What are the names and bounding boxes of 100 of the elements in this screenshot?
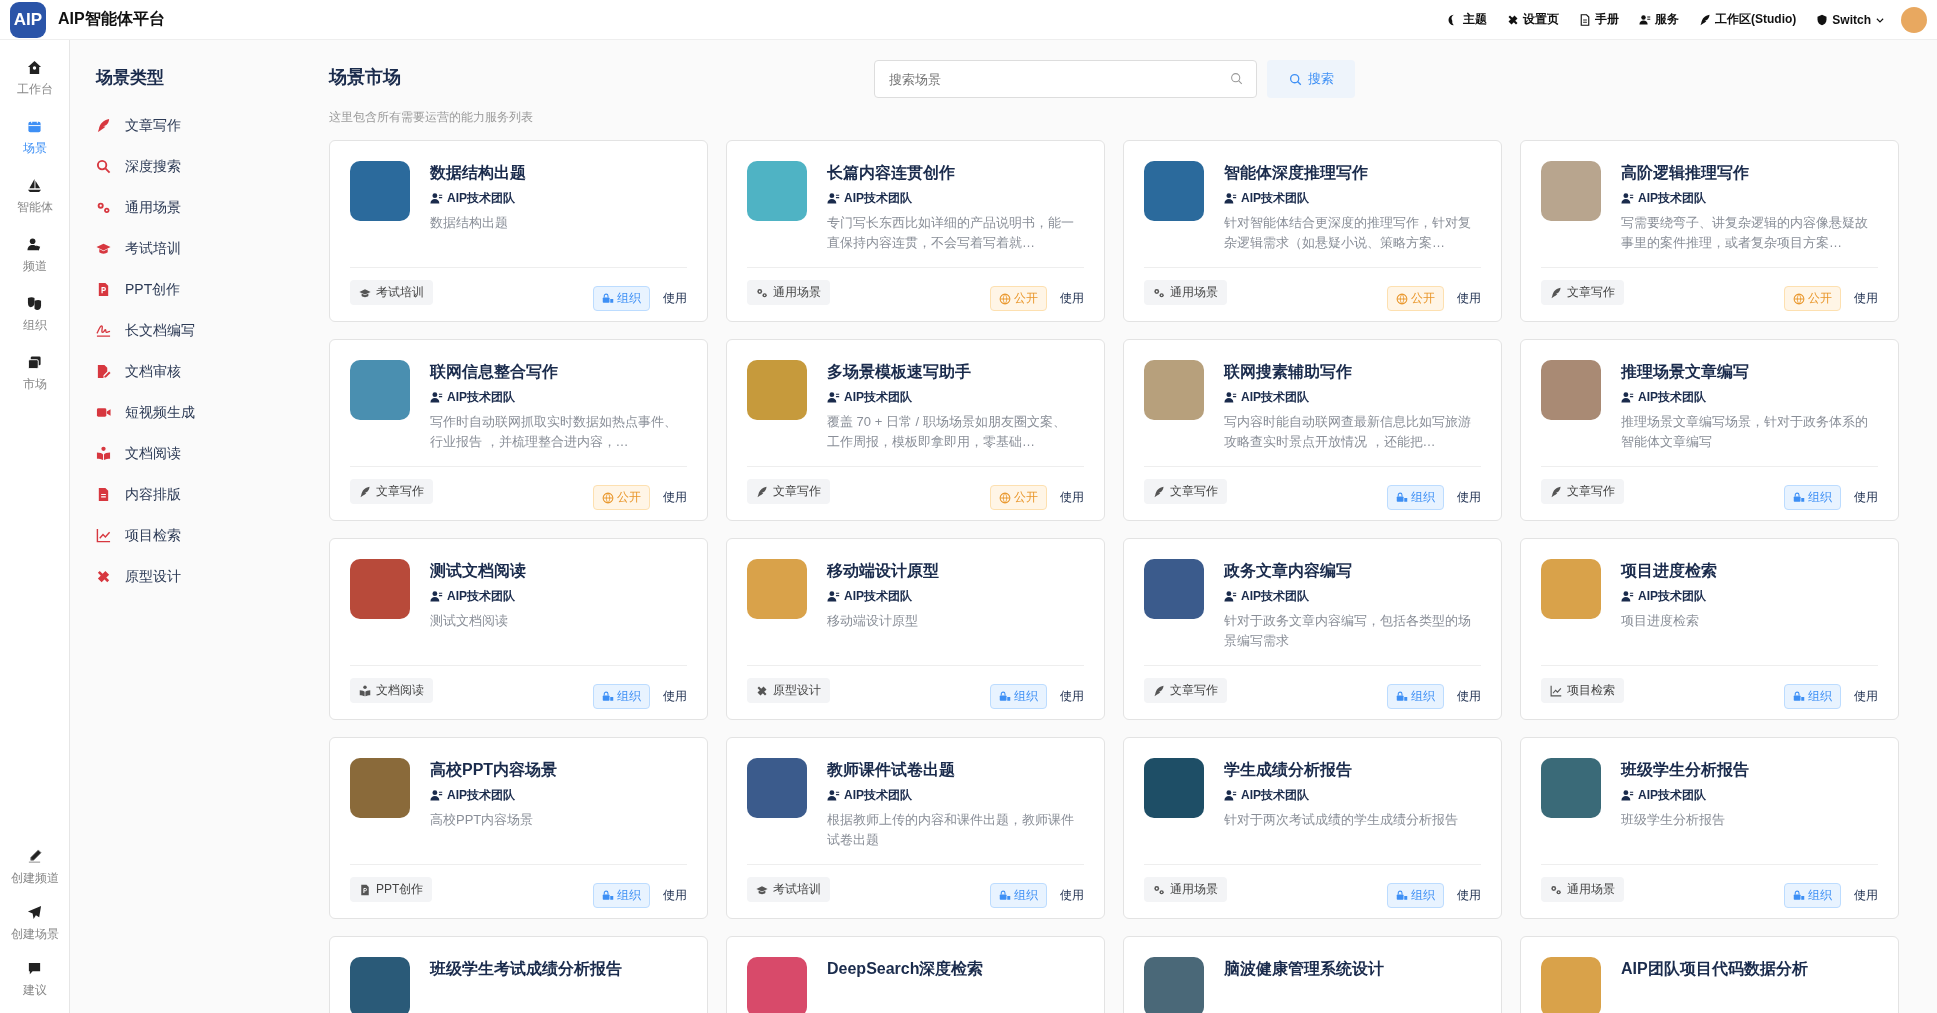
nav-link[interactable]: 手册 (1579, 11, 1619, 28)
nav-link[interactable]: 设置页 (1507, 11, 1559, 28)
scenario-card[interactable]: 数据结构出题 AIP技术团队 数据结构出题 考试培训 组织 使用 (329, 140, 708, 322)
use-link[interactable]: 使用 (1457, 290, 1481, 307)
use-link[interactable]: 使用 (1457, 688, 1481, 705)
scenario-card[interactable]: 移动端设计原型 AIP技术团队 移动端设计原型 原型设计 组织 使用 (726, 538, 1105, 720)
card-title: 班级学生分析报告 (1621, 760, 1750, 780)
visibility-badge: 公开 (1784, 286, 1841, 311)
card-title: 脑波健康管理系统设计 (1224, 959, 1384, 979)
use-link[interactable]: 使用 (1854, 290, 1878, 307)
scenario-card[interactable]: DeepSearch深度检索 (726, 936, 1105, 1013)
nav-item[interactable]: 组织 (22, 296, 47, 334)
card-description: 移动端设计原型 (827, 612, 919, 630)
category-item[interactable]: 项目检索 (96, 515, 310, 556)
lock-icon (1396, 889, 1408, 902)
use-link[interactable]: 使用 (663, 290, 687, 307)
photo-placeholder (747, 360, 807, 420)
team-name: AIP技术团队 (1241, 190, 1309, 207)
nav-link[interactable]: Switch (1816, 12, 1885, 27)
photo-placeholder (1144, 758, 1204, 818)
nav-link[interactable]: 工作区(Studio) (1699, 11, 1797, 28)
nav-item[interactable]: 工作台 (16, 60, 53, 98)
scenario-card[interactable]: 长篇内容连贯创作 AIP技术团队 专门写长东西比如详细的产品说明书，能一直保持内容连贯，不会写着写着就… 通用场景 公开 使用 (726, 140, 1105, 322)
scenario-card[interactable]: 班级学生分析报告 AIP技术团队 班级学生分析报告 通用场景 组织 使用 (1520, 737, 1899, 919)
category-tag: 文章写作 (1541, 280, 1624, 305)
nav-item[interactable]: 创建频道 (10, 849, 59, 887)
category-item[interactable]: 考试培训 (96, 228, 310, 269)
use-link[interactable]: 使用 (663, 688, 687, 705)
scenario-card[interactable]: 智能体深度推理写作 AIP技术团队 针对智能体结合更深度的推理写作，针对复杂逻辑需求（如悬疑小说、策略方案… 通用场景 公开 使用 (1123, 140, 1502, 322)
pen-icon (27, 849, 42, 864)
category-item[interactable]: 文档阅读 (96, 433, 310, 474)
scenario-card[interactable]: 联网搜素辅助写作 AIP技术团队 写内容时能自动联网查最新信息比如写旅游攻略查实时景点开放情况 ，还能把… 文章写作 组织 使用 (1123, 339, 1502, 521)
category-item[interactable]: 原型设计 (96, 556, 310, 597)
category-tag: 通用场景 (747, 280, 830, 305)
scenario-card[interactable]: 联网信息整合写作 AIP技术团队 写作时自动联网抓取实时数据如热点事件、行业报告 ，并梳理整合进内容，… 文章写作 公开 使用 (329, 339, 708, 521)
use-link[interactable]: 使用 (1060, 290, 1084, 307)
document-icon (1579, 13, 1591, 26)
card-title: 移动端设计原型 (827, 561, 940, 581)
category-item[interactable]: 通用场景 (96, 187, 310, 228)
scenario-card[interactable]: 高校PPT内容场景 AIP技术团队 高校PPT内容场景 PPT创作 组织 使用 (329, 737, 708, 919)
use-link[interactable]: 使用 (1854, 887, 1878, 904)
nav-item[interactable]: 创建场景 (10, 905, 59, 943)
scenario-card[interactable]: 推理场景文章编写 AIP技术团队 推理场景文章编写场景，针对于政务体系的智能体文章编写 文章写作 组织 使用 (1520, 339, 1899, 521)
lock-icon (1793, 491, 1805, 504)
lock-icon (602, 690, 614, 703)
team-name: AIP技术团队 (447, 190, 515, 207)
category-item[interactable]: 文章写作 (96, 105, 310, 146)
scenario-card[interactable]: 脑波健康管理系统设计 (1123, 936, 1502, 1013)
app-title: AIP智能体平台 (58, 9, 165, 29)
nav-item[interactable]: 频道 (22, 237, 47, 275)
category-item[interactable]: 短视频生成 (96, 392, 310, 433)
category-item[interactable]: PPT创作 (96, 269, 310, 310)
scenario-card[interactable]: AIP团队项目代码数据分析 (1520, 936, 1899, 1013)
use-link[interactable]: 使用 (1060, 688, 1084, 705)
category-tag: 文章写作 (1144, 678, 1227, 703)
card-title: 联网信息整合写作 (430, 362, 559, 382)
use-link[interactable]: 使用 (663, 887, 687, 904)
photo-placeholder (1541, 161, 1601, 221)
feather-icon (1699, 13, 1711, 26)
photo-placeholder (350, 559, 410, 619)
use-link[interactable]: 使用 (1854, 489, 1878, 506)
video-camera-icon (96, 405, 111, 420)
use-link[interactable]: 使用 (1060, 489, 1084, 506)
nav-item[interactable]: 建议 (22, 961, 47, 999)
scenario-card[interactable]: 班级学生考试成绩分析报告 (329, 936, 708, 1013)
book-reader-icon (359, 684, 371, 697)
user-icon (827, 192, 840, 205)
use-link[interactable]: 使用 (1457, 489, 1481, 506)
nav-item[interactable]: 智能体 (16, 178, 53, 216)
logo-badge: AIP (10, 1, 46, 38)
nav-link[interactable]: 主题 (1447, 11, 1487, 28)
lock-icon (1793, 889, 1805, 902)
category-tag: 通用场景 (1144, 280, 1227, 305)
scenario-card[interactable]: 政务文章内容编写 AIP技术团队 针对于政务文章内容编写，包括各类型的场景编写需求 文章写作 组织 使用 (1123, 538, 1502, 720)
search-field[interactable]: 搜索场景 (874, 60, 1257, 98)
category-item[interactable]: 内容排版 (96, 474, 310, 515)
use-link[interactable]: 使用 (1457, 887, 1481, 904)
team-name: AIP技术团队 (1638, 588, 1706, 605)
user-icon (1224, 192, 1237, 205)
photo-placeholder (1541, 360, 1601, 420)
category-item[interactable]: 长文档编写 (96, 310, 310, 351)
scenario-card[interactable]: 学生成绩分析报告 AIP技术团队 针对于两次考试成绩的学生成绩分析报告 通用场景 组织 使用 (1123, 737, 1502, 919)
photo-placeholder (1144, 559, 1204, 619)
card-description: 写作时自动联网抓取实时数据如热点事件、行业报告 ，并梳理整合进内容，… (430, 413, 678, 451)
scenario-card[interactable]: 项目进度检索 AIP技术团队 项目进度检索 项目检索 组织 使用 (1520, 538, 1899, 720)
user-icon (1621, 391, 1634, 404)
team-name: AIP技术团队 (1241, 389, 1309, 406)
avatar[interactable] (1901, 6, 1927, 33)
use-link[interactable]: 使用 (663, 489, 687, 506)
use-link[interactable]: 使用 (1854, 688, 1878, 705)
category-item[interactable]: 深度搜索 (96, 146, 310, 187)
nav-item[interactable]: 市场 (22, 355, 47, 393)
use-link[interactable]: 使用 (1060, 887, 1084, 904)
scenario-card[interactable]: 测试文档阅读 AIP技术团队 测试文档阅读 文档阅读 组织 使用 (329, 538, 708, 720)
nav-link[interactable]: 服务 (1639, 11, 1679, 28)
scenario-card[interactable]: 教师课件试卷出题 AIP技术团队 根据教师上传的内容和课件出题，教师课件试卷出题 考试培训 组织 使用 (726, 737, 1105, 919)
category-item[interactable]: 文档审核 (96, 351, 310, 392)
scenario-card[interactable]: 多场景模板速写助手 AIP技术团队 覆盖 70 + 日常 / 职场场景如朋友圈文案、工作周报，模板即拿即用，零基础… 文章写作 公开 使用 (726, 339, 1105, 521)
scenario-card[interactable]: 高阶逻辑推理写作 AIP技术团队 写需要绕弯子、讲复杂逻辑的内容像悬疑故事里的案件推理，或者复杂项目方案… 文章写作 公开 使用 (1520, 140, 1899, 322)
card-title: 项目进度检索 (1621, 561, 1718, 581)
